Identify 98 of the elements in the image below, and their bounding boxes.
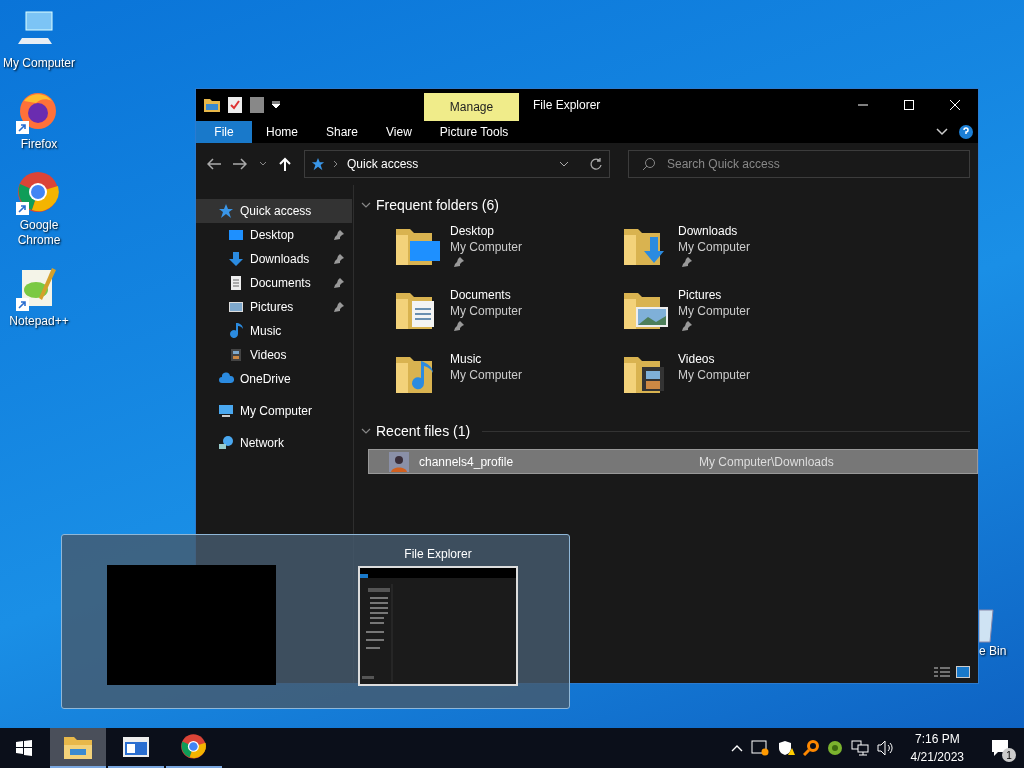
folder-name: Documents bbox=[450, 287, 512, 303]
music-icon bbox=[228, 323, 244, 339]
chevron-up-icon[interactable] bbox=[730, 744, 743, 752]
ribbon-tab[interactable]: Share bbox=[312, 121, 373, 143]
sidebar-item[interactable]: Desktop bbox=[196, 223, 352, 247]
folder-location: My Computer bbox=[678, 239, 751, 255]
star-icon bbox=[218, 203, 234, 219]
folder-location: My Computer bbox=[450, 367, 523, 383]
close-icon bbox=[950, 100, 960, 110]
ribbon-tab[interactable]: Picture Tools bbox=[425, 121, 523, 143]
folder-location: My Computer bbox=[678, 303, 751, 319]
pin-icon bbox=[454, 321, 464, 331]
network-icon[interactable] bbox=[850, 740, 869, 756]
pin-icon bbox=[454, 257, 464, 267]
windows-logo-icon bbox=[16, 740, 32, 756]
chrome-icon[interactable] bbox=[16, 170, 62, 216]
magnifier-icon[interactable] bbox=[802, 740, 819, 756]
desktop-icon-label: My Computer bbox=[2, 56, 76, 71]
pin-icon bbox=[334, 230, 344, 240]
sidebar-item[interactable]: Pictures bbox=[196, 295, 352, 319]
window-title: File Explorer bbox=[533, 98, 602, 112]
speaker-icon[interactable] bbox=[876, 740, 895, 756]
ribbon-tab[interactable]: File bbox=[196, 121, 252, 143]
file-name: channels4_profile bbox=[419, 454, 515, 469]
ribbon-tab[interactable]: View bbox=[372, 121, 426, 143]
window-thumbnail-drawing[interactable] bbox=[358, 566, 518, 686]
pin-icon bbox=[334, 302, 344, 312]
folder-name: Pictures bbox=[678, 287, 723, 303]
sidebar-item[interactable]: My Computer bbox=[196, 399, 352, 423]
preview-title: File Explorer bbox=[404, 547, 472, 561]
desktop-icon bbox=[228, 227, 244, 243]
message-icon bbox=[991, 739, 1009, 757]
address-text: Quick access bbox=[347, 157, 420, 171]
folder-tile[interactable]: Desktop My Computer bbox=[394, 223, 622, 277]
sidebar-item[interactable]: Music bbox=[196, 319, 352, 343]
desktop-icon-label: Google Chrome bbox=[16, 218, 62, 248]
monitor-icon[interactable] bbox=[750, 740, 769, 756]
folder-icon bbox=[64, 735, 92, 759]
desktop-icon-label: Firefox bbox=[19, 137, 59, 152]
ribbon-tab[interactable]: Home bbox=[252, 121, 312, 143]
checklist-icon[interactable] bbox=[228, 97, 242, 113]
folder-name: Music bbox=[450, 351, 483, 367]
desktop-icon-label: Notepad++ bbox=[8, 314, 70, 329]
group-title: Recent files (1) bbox=[376, 423, 471, 439]
sidebar-item[interactable]: Downloads bbox=[196, 247, 352, 271]
computer-icon bbox=[218, 403, 234, 419]
pin-icon bbox=[334, 254, 344, 264]
search-icon bbox=[642, 157, 656, 171]
network-icon bbox=[218, 435, 234, 451]
folder-name: Desktop bbox=[450, 223, 496, 239]
folder-tile[interactable]: Videos My Computer bbox=[622, 351, 850, 405]
sidebar-item[interactable]: Network bbox=[196, 431, 352, 455]
sidebar-item[interactable]: Documents bbox=[196, 271, 352, 295]
back-button[interactable] bbox=[204, 158, 224, 170]
folder-tile[interactable]: Music My Computer bbox=[394, 351, 622, 405]
chrome-icon bbox=[180, 733, 208, 761]
tiles-view-icon[interactable] bbox=[956, 666, 970, 678]
download-icon bbox=[228, 251, 244, 267]
notification-count: 1 bbox=[1002, 748, 1016, 762]
dropdown-icon[interactable] bbox=[559, 161, 569, 167]
folder-location: My Computer bbox=[450, 303, 523, 319]
sidebar-item[interactable]: OneDrive bbox=[196, 367, 352, 391]
folder-icon[interactable] bbox=[204, 98, 220, 112]
maximize-icon bbox=[904, 100, 914, 110]
refresh-icon[interactable] bbox=[589, 157, 603, 171]
details-view-icon[interactable] bbox=[934, 666, 950, 678]
notifications-button[interactable]: 1 bbox=[980, 728, 1020, 768]
pin-icon bbox=[682, 257, 692, 267]
desktop-icon-label: e Bin bbox=[979, 644, 1007, 659]
pin-icon bbox=[334, 278, 344, 288]
pin-icon bbox=[682, 321, 692, 331]
sidebar-item[interactable]: Quick access bbox=[196, 199, 352, 223]
sidebar-item[interactable]: Videos bbox=[196, 343, 352, 367]
clock-date[interactable]: 4/21/2023 bbox=[910, 748, 964, 766]
folder-tile[interactable]: Downloads My Computer bbox=[622, 223, 850, 277]
window-icon bbox=[122, 735, 150, 759]
context-tab[interactable]: Manage bbox=[424, 93, 519, 121]
clock-time[interactable]: 7:16 PM bbox=[914, 730, 960, 748]
file-location: My Computer\Downloads bbox=[699, 454, 834, 469]
star-icon bbox=[311, 157, 325, 171]
video-icon bbox=[228, 347, 244, 363]
address-bar[interactable]: Quick access bbox=[304, 150, 610, 178]
pictures-icon bbox=[228, 299, 244, 315]
circle-icon[interactable] bbox=[826, 740, 843, 756]
group-title: Frequent folders (6) bbox=[376, 197, 499, 213]
shield-icon[interactable] bbox=[776, 740, 795, 756]
folder-location: My Computer bbox=[678, 367, 751, 383]
chevron-icon[interactable] bbox=[333, 160, 339, 168]
forward-button[interactable] bbox=[230, 158, 250, 170]
window-thumbnail[interactable] bbox=[107, 565, 276, 685]
document-icon bbox=[228, 275, 244, 291]
folder-tile[interactable]: Documents My Computer bbox=[394, 287, 622, 341]
folder-tile[interactable]: Pictures My Computer bbox=[622, 287, 850, 341]
folder-name: Downloads bbox=[678, 223, 739, 239]
file-row[interactable]: channels4_profile My Computer\Downloads bbox=[368, 449, 978, 474]
search-field[interactable]: Search Quick access bbox=[628, 150, 970, 178]
folder-location: My Computer bbox=[450, 239, 523, 255]
folder-name: Videos bbox=[678, 351, 716, 367]
